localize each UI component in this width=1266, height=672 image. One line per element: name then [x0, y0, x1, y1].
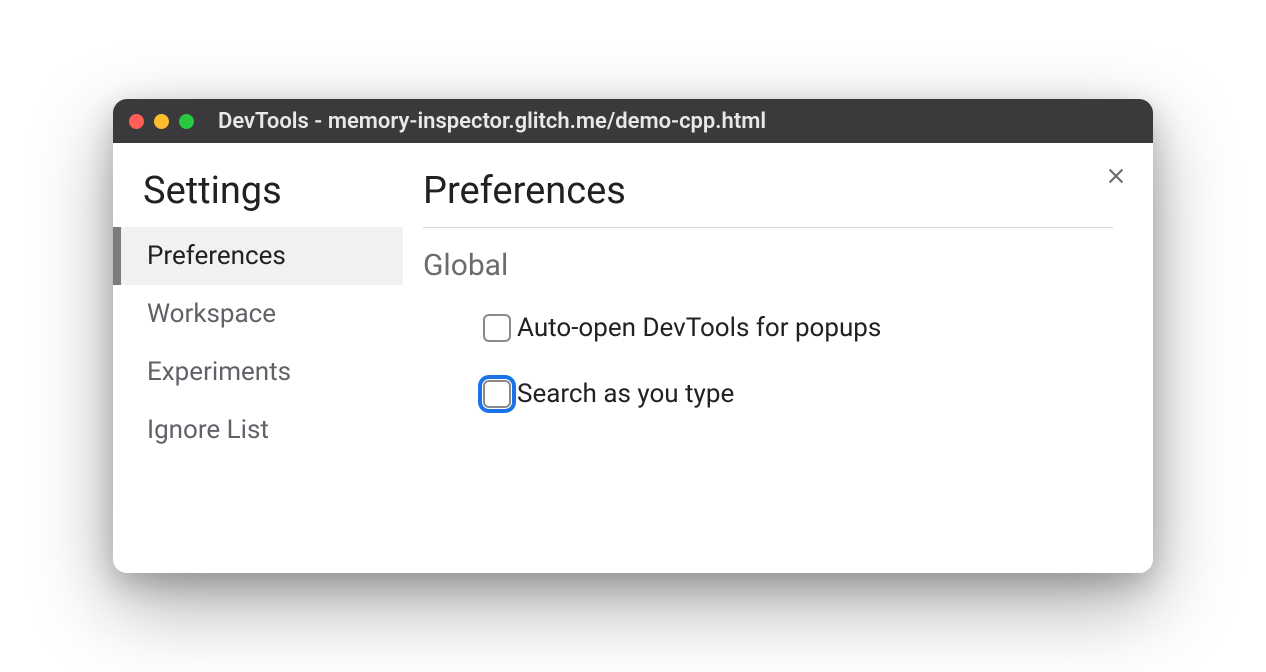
sidebar-item-label: Ignore List	[147, 415, 269, 445]
devtools-window: DevTools - memory-inspector.glitch.me/de…	[113, 99, 1153, 573]
divider	[423, 227, 1113, 228]
window-body: Settings Preferences Workspace Experimen…	[113, 143, 1153, 573]
settings-main: Preferences Global Auto-open DevTools fo…	[403, 143, 1153, 573]
sidebar-item-experiments[interactable]: Experiments	[113, 343, 403, 401]
section-title-global: Global	[423, 248, 1113, 283]
checkbox-auto-open-devtools[interactable]	[483, 314, 511, 342]
sidebar-item-label: Workspace	[147, 299, 276, 329]
minimize-window-button[interactable]	[154, 114, 169, 129]
option-label[interactable]: Auto-open DevTools for popups	[517, 313, 881, 343]
close-icon	[1106, 166, 1126, 186]
sidebar-item-label: Experiments	[147, 357, 291, 387]
settings-sidebar: Settings Preferences Workspace Experimen…	[113, 143, 403, 573]
option-label[interactable]: Search as you type	[517, 379, 734, 409]
sidebar-item-workspace[interactable]: Workspace	[113, 285, 403, 343]
option-search-as-you-type: Search as you type	[423, 373, 1113, 415]
close-settings-button[interactable]	[1101, 161, 1131, 191]
titlebar: DevTools - memory-inspector.glitch.me/de…	[113, 99, 1153, 143]
option-auto-open-devtools: Auto-open DevTools for popups	[423, 307, 1113, 349]
sidebar-item-label: Preferences	[147, 241, 286, 271]
page-title: Preferences	[423, 169, 1113, 213]
sidebar-items: Preferences Workspace Experiments Ignore…	[113, 227, 403, 459]
traffic-lights	[129, 114, 194, 129]
sidebar-item-ignore-list[interactable]: Ignore List	[113, 401, 403, 459]
checkbox-search-as-you-type[interactable]	[483, 380, 511, 408]
maximize-window-button[interactable]	[179, 114, 194, 129]
sidebar-item-preferences[interactable]: Preferences	[113, 227, 403, 285]
close-window-button[interactable]	[129, 114, 144, 129]
sidebar-title: Settings	[113, 169, 403, 227]
window-title: DevTools - memory-inspector.glitch.me/de…	[218, 109, 766, 134]
